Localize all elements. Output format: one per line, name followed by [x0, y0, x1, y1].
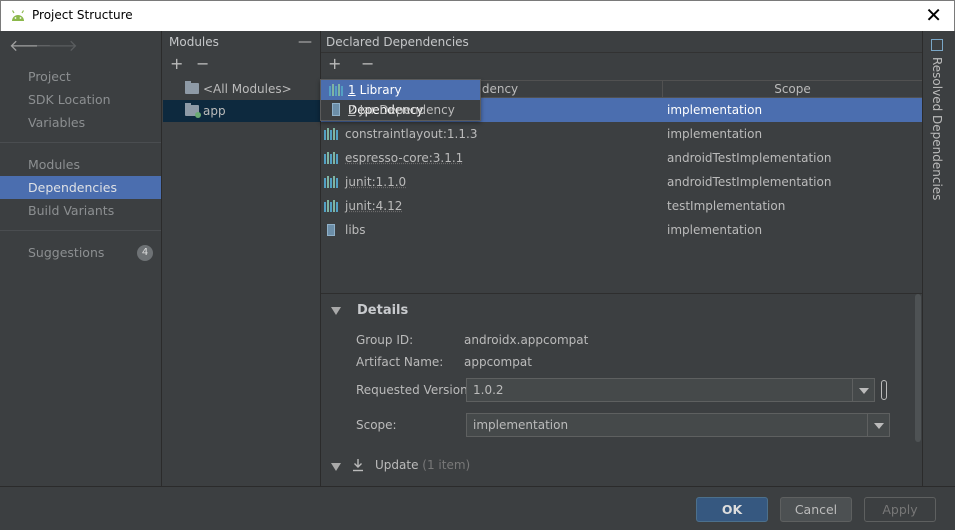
scope-label: Scope: [356, 418, 397, 432]
sidebar-divider [0, 142, 161, 143]
artifact-name-label: Artifact Name: [356, 355, 444, 369]
sidebar-item-sdk-location[interactable]: SDK Location [0, 88, 161, 111]
remove-module-button[interactable]: − [196, 54, 209, 73]
resolved-dependencies-strip[interactable]: Resolved Dependencies [922, 31, 955, 486]
library-icon [329, 84, 343, 96]
sidebar-item-project[interactable]: Project [0, 65, 161, 88]
menu-item-jar-dependency[interactable]: 2 Jar Dependency [321, 100, 480, 120]
menu-label: Jar Dependency [359, 103, 455, 117]
details-title: Details [357, 303, 409, 318]
version-pill-icon [881, 380, 887, 400]
library-icon [324, 128, 338, 140]
nav-arrows: 🡐🡒 [9, 35, 78, 55]
collapse-icon[interactable]: — [298, 31, 312, 53]
module-label: <All Modules> [203, 82, 292, 96]
remove-dependency-button[interactable]: − [361, 54, 374, 73]
modules-header: Modules — [163, 31, 320, 53]
sidebar-item-build-variants[interactable]: Build Variants [0, 199, 161, 222]
table-row[interactable]: constraintlayout:1.1.3 implementation [321, 122, 922, 146]
menu-item-library-dependency[interactable]: 1 Library Dependency [321, 80, 480, 117]
resolved-dependencies-icon [931, 39, 943, 51]
back-arrow-icon[interactable]: 🡐 [9, 35, 52, 55]
update-count: (1 item) [422, 458, 471, 472]
menu-mnemonic: 1 [348, 83, 356, 97]
requested-version-label: Requested Version: [356, 383, 472, 397]
update-link[interactable]: Update (1 item) [375, 458, 470, 472]
folder-icon [185, 81, 199, 94]
table-row[interactable]: junit:1.1.0 androidTestImplementation [321, 170, 922, 194]
dependency-scope: androidTestImplementation [667, 175, 832, 189]
collapse-triangle-icon[interactable] [331, 463, 341, 471]
title-bar: Project Structure ✕ [0, 0, 955, 31]
sidebar-divider [0, 230, 161, 231]
android-icon [11, 10, 25, 21]
download-icon [353, 459, 363, 472]
dependency-scope: implementation [667, 223, 763, 237]
scope-value: implementation [473, 418, 569, 432]
add-dependency-menu: 1 Library Dependency 2 Jar Dependency [320, 79, 481, 121]
dependencies-header: Declared Dependencies [321, 31, 922, 53]
table-row[interactable]: junit:4.12 testImplementation [321, 194, 922, 218]
close-icon[interactable]: ✕ [925, 4, 942, 26]
window-title: Project Structure [32, 8, 133, 22]
requested-version-combo[interactable]: 1.0.2 [466, 378, 875, 402]
module-item-app[interactable]: app [163, 100, 320, 122]
chevron-down-icon[interactable] [867, 414, 889, 436]
table-row[interactable]: libs implementation [321, 218, 922, 242]
dependencies-toolbar: + − [321, 53, 922, 75]
sidebar-item-modules[interactable]: Modules [0, 153, 161, 176]
modules-panel: Modules — + − <All Modules> app [163, 31, 321, 486]
modules-toolbar: + − [163, 53, 320, 75]
scope-combo[interactable]: implementation [466, 413, 890, 437]
group-id-value: androidx.appcompat [464, 333, 589, 347]
dependency-scope: implementation [667, 127, 763, 141]
sidebar-item-dependencies[interactable]: Dependencies [0, 176, 161, 199]
module-item-all-modules[interactable]: <All Modules> [163, 78, 320, 100]
menu-mnemonic: 2 [348, 103, 356, 117]
forward-arrow-icon[interactable]: 🡒 [35, 35, 78, 55]
module-folder-icon [185, 103, 201, 118]
library-icon [324, 176, 338, 188]
update-label: Update [375, 458, 419, 472]
jar-icon [327, 224, 335, 236]
add-dependency-button[interactable]: + [328, 54, 341, 73]
dependency-scope: androidTestImplementation [667, 151, 832, 165]
resolved-dependencies-tab[interactable]: Resolved Dependencies [930, 57, 944, 200]
ok-button[interactable]: OK [696, 497, 768, 522]
add-module-button[interactable]: + [170, 54, 183, 73]
artifact-name-value: appcompat [464, 355, 532, 369]
dependency-name: libs [345, 223, 366, 237]
details-section: Details Group ID: androidx.appcompat Art… [321, 293, 922, 486]
library-icon [324, 200, 338, 212]
dependency-scope: testImplementation [667, 199, 786, 213]
dependency-name: junit:4.12 [345, 199, 403, 213]
chevron-down-icon[interactable] [852, 379, 874, 401]
library-icon [324, 152, 338, 164]
dependency-scope: implementation [667, 103, 763, 117]
sidebar-item-variables[interactable]: Variables [0, 111, 161, 134]
collapse-triangle-icon[interactable] [331, 307, 341, 315]
sidebar-item-suggestions[interactable]: Suggestions 4 [0, 241, 161, 264]
table-row[interactable]: espresso-core:3.1.1 androidTestImplement… [321, 146, 922, 170]
details-scrollbar[interactable] [915, 294, 921, 442]
dialog-buttons: OK Cancel Apply [0, 486, 955, 530]
column-header-scope[interactable]: Scope [663, 81, 922, 98]
apply-button[interactable]: Apply [864, 497, 936, 522]
module-label: app [203, 104, 226, 118]
sidebar-item-label: Suggestions [28, 245, 105, 260]
group-id-label: Group ID: [356, 333, 414, 347]
dependencies-table: implementation constraintlayout:1.1.3 im… [321, 98, 922, 292]
requested-version-value: 1.0.2 [473, 383, 504, 397]
jar-icon [332, 103, 340, 116]
cancel-button[interactable]: Cancel [780, 497, 852, 522]
dependency-name: junit:1.1.0 [345, 175, 407, 189]
sidebar: 🡐🡒 Project SDK Location Variables Module… [0, 31, 162, 486]
suggestions-count-badge: 4 [137, 245, 153, 261]
modules-title: Modules [169, 35, 219, 49]
dependency-name: constraintlayout:1.1.3 [345, 127, 478, 141]
dependency-name: espresso-core:3.1.1 [345, 151, 464, 165]
